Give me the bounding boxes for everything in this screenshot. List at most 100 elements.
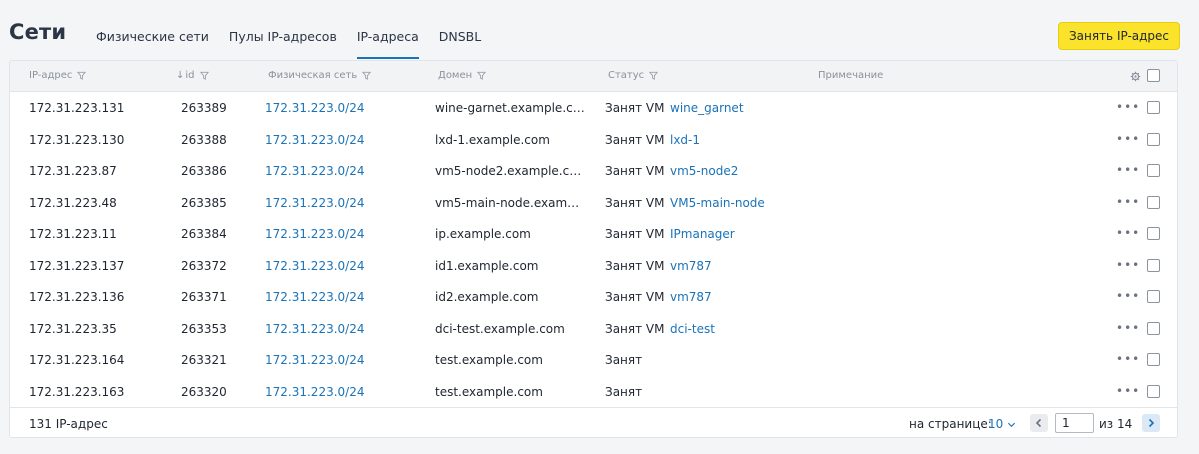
chevron-down-icon bbox=[1008, 422, 1016, 427]
filter-icon[interactable] bbox=[199, 71, 209, 80]
vm-link[interactable]: wine_garnet bbox=[670, 101, 744, 115]
filter-icon[interactable] bbox=[477, 71, 487, 80]
column-header-network[interactable]: Физическая сеть bbox=[268, 70, 372, 81]
network-link[interactable]: 172.31.223.0/24 bbox=[265, 101, 364, 115]
vm-link[interactable]: lxd-1 bbox=[670, 133, 700, 147]
row-checkbox[interactable] bbox=[1147, 290, 1160, 303]
row-checkbox[interactable] bbox=[1147, 321, 1160, 335]
ip-cell: 172.31.223.48 bbox=[29, 195, 117, 210]
network-link[interactable]: 172.31.223.0/24 bbox=[265, 164, 364, 178]
page-header: Сети Физические сети Пулы IP-адресов IP-… bbox=[0, 0, 1199, 60]
network-link[interactable]: 172.31.223.0/24 bbox=[265, 227, 364, 241]
network-link[interactable]: 172.31.223.0/24 bbox=[265, 259, 364, 273]
domain-cell: lxd-1.example.com bbox=[435, 132, 550, 147]
ip-cell: 172.31.223.87 bbox=[29, 164, 117, 178]
status-cell: Занят VM bbox=[605, 101, 665, 115]
status-cell: Занят VM bbox=[605, 195, 665, 210]
id-cell: 263321 bbox=[181, 353, 227, 367]
row-checkbox[interactable] bbox=[1147, 353, 1160, 366]
table-row[interactable]: 172.31.223.48 263385 172.31.223.0/24 vm5… bbox=[10, 187, 1177, 219]
row-checkbox[interactable] bbox=[1147, 164, 1160, 177]
page-number-input[interactable] bbox=[1055, 413, 1094, 433]
table-row[interactable]: 172.31.223.137 263372 172.31.223.0/24 id… bbox=[10, 250, 1177, 282]
sort-desc-icon: ↓ bbox=[176, 70, 185, 81]
vm-link[interactable]: vm5-node2 bbox=[670, 164, 738, 178]
row-checkbox[interactable] bbox=[1147, 227, 1160, 240]
table-row[interactable]: 172.31.223.136 263371 172.31.223.0/24 id… bbox=[10, 281, 1177, 313]
network-link[interactable]: 172.31.223.0/24 bbox=[265, 290, 364, 304]
row-checkbox[interactable] bbox=[1147, 195, 1160, 209]
more-icon[interactable]: ••• bbox=[1116, 100, 1140, 114]
vm-link[interactable]: vm787 bbox=[670, 290, 712, 304]
network-link[interactable]: 172.31.223.0/24 bbox=[265, 322, 364, 336]
column-header-id[interactable]: ↓ id bbox=[176, 70, 209, 81]
table-row[interactable]: 172.31.223.130 263388 172.31.223.0/24 lx… bbox=[10, 124, 1177, 156]
per-page-value: 10 bbox=[988, 417, 1004, 431]
chevron-right-icon bbox=[1148, 418, 1155, 428]
take-ip-button[interactable]: Занять IP-адрес bbox=[1058, 22, 1180, 50]
row-checkbox[interactable] bbox=[1147, 132, 1160, 146]
next-page-button[interactable] bbox=[1142, 414, 1160, 432]
tabs-bar: Физические сети Пулы IP-адресов IP-адрес… bbox=[96, 29, 501, 59]
more-icon[interactable]: ••• bbox=[1116, 163, 1140, 177]
total-count: 131 IP-адрес bbox=[29, 417, 108, 431]
domain-cell: ip.example.com bbox=[435, 227, 531, 241]
filter-icon[interactable] bbox=[77, 71, 87, 80]
tab-dnsbl[interactable]: DNSBL bbox=[439, 29, 481, 59]
domain-cell: vm5-node2.example.com bbox=[435, 164, 585, 178]
status-cell: Занят VM bbox=[605, 258, 665, 273]
table-row[interactable]: 172.31.223.164 263321 172.31.223.0/24 te… bbox=[10, 344, 1177, 376]
table-row[interactable]: 172.31.223.35 263353 172.31.223.0/24 dci… bbox=[10, 313, 1177, 345]
column-header-domain[interactable]: Домен bbox=[438, 70, 487, 81]
vm-link[interactable]: dci-test bbox=[670, 322, 715, 336]
table-row[interactable]: 172.31.223.131 263389 172.31.223.0/24 wi… bbox=[10, 92, 1177, 124]
id-cell: 263388 bbox=[181, 132, 227, 147]
network-link[interactable]: 172.31.223.0/24 bbox=[265, 385, 364, 399]
vm-link[interactable]: IPmanager bbox=[670, 227, 735, 241]
table-footer: 131 IP-адрес на странице: 10 из 14 bbox=[10, 407, 1177, 437]
gear-icon[interactable] bbox=[1130, 71, 1141, 82]
table-row[interactable]: 172.31.223.87 263386 172.31.223.0/24 vm5… bbox=[10, 155, 1177, 187]
table-row[interactable]: 172.31.223.163 263320 172.31.223.0/24 te… bbox=[10, 376, 1177, 408]
row-checkbox[interactable] bbox=[1147, 101, 1160, 114]
filter-icon[interactable] bbox=[649, 71, 659, 80]
more-icon[interactable]: ••• bbox=[1116, 289, 1140, 303]
more-icon[interactable]: ••• bbox=[1116, 258, 1140, 272]
network-link[interactable]: 172.31.223.0/24 bbox=[265, 133, 364, 147]
tab-physical-networks[interactable]: Физические сети bbox=[96, 29, 209, 59]
status-cell: Занят VM bbox=[605, 164, 665, 178]
more-icon[interactable]: ••• bbox=[1116, 352, 1140, 366]
id-cell: 263386 bbox=[181, 164, 227, 178]
status-cell: Занят VM bbox=[605, 132, 665, 147]
more-icon[interactable]: ••• bbox=[1116, 321, 1140, 335]
table-body: 172.31.223.131 263389 172.31.223.0/24 wi… bbox=[10, 92, 1177, 408]
column-header-ip[interactable]: IP-адрес bbox=[29, 70, 87, 81]
table-row[interactable]: 172.31.223.11 263384 172.31.223.0/24 ip.… bbox=[10, 218, 1177, 250]
per-page-select[interactable]: 10 bbox=[988, 417, 1016, 431]
tab-ip-addresses[interactable]: IP-адреса bbox=[356, 29, 419, 59]
status-cell: Занят VM bbox=[605, 290, 665, 304]
prev-page-button[interactable] bbox=[1030, 414, 1048, 432]
tab-ip-pools[interactable]: Пулы IP-адресов bbox=[229, 29, 337, 59]
column-header-status[interactable]: Статус bbox=[608, 70, 659, 81]
more-icon[interactable]: ••• bbox=[1116, 132, 1140, 146]
status-cell: Занят VM bbox=[605, 227, 665, 241]
id-cell: 263385 bbox=[181, 195, 227, 210]
select-all-checkbox[interactable] bbox=[1147, 69, 1160, 82]
id-cell: 263384 bbox=[181, 227, 227, 241]
network-link[interactable]: 172.31.223.0/24 bbox=[265, 353, 364, 367]
table-header: IP-адрес ↓ id Физическая сеть Домен Стат… bbox=[10, 61, 1177, 92]
row-checkbox[interactable] bbox=[1147, 258, 1160, 272]
domain-cell: dci-test.example.com bbox=[435, 321, 565, 336]
ip-cell: 172.31.223.163 bbox=[29, 384, 125, 399]
network-link[interactable]: 172.31.223.0/24 bbox=[265, 196, 364, 210]
more-icon[interactable]: ••• bbox=[1116, 226, 1140, 240]
vm-link[interactable]: VM5-main-node bbox=[670, 196, 765, 210]
ip-cell: 172.31.223.137 bbox=[29, 258, 125, 273]
filter-icon[interactable] bbox=[362, 71, 372, 80]
more-icon[interactable]: ••• bbox=[1116, 384, 1140, 398]
more-icon[interactable]: ••• bbox=[1116, 195, 1140, 209]
vm-link[interactable]: vm787 bbox=[670, 259, 712, 273]
row-checkbox[interactable] bbox=[1147, 384, 1160, 398]
ip-cell: 172.31.223.11 bbox=[29, 227, 117, 241]
